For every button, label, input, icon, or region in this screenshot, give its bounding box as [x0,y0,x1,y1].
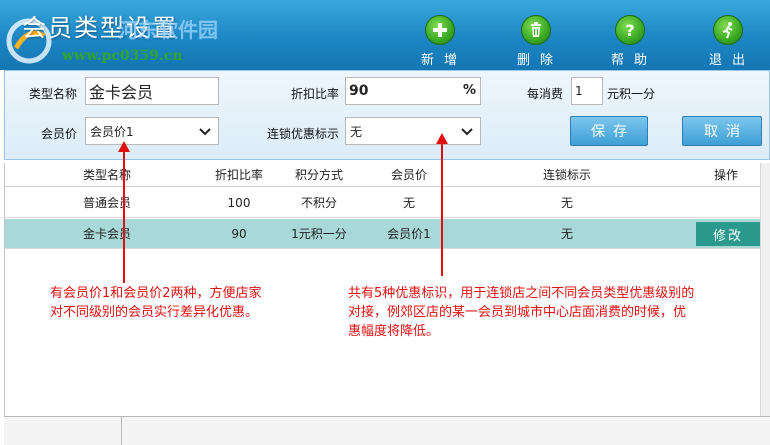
per-spend-label: 每消费 [527,87,564,101]
annotation-chain-discount: 共有5种优惠标识，用于连锁店之间不同会员类型优惠级别的 对接，例郊区店的某一会员… [348,286,695,339]
row-discount: 90 [231,226,247,241]
discount-label: 折扣比率 [291,87,340,101]
row-type-name: 普通会员 [82,196,131,210]
help-button[interactable]: ? 帮助 [600,15,660,70]
annotation-member-price: 有会员价1和会员价2两种，方便店家 对不同级别的会员实行差异化优惠。 [50,286,262,320]
chain-discount-select[interactable]: 无 [345,117,481,145]
plus-icon [433,23,447,37]
help-button-label: 帮助 [610,53,657,68]
chevron-down-icon [461,128,473,136]
row-chain: 无 [560,227,573,241]
chain-discount-label: 连锁优惠标示 [267,127,340,141]
row-points: 不积分 [300,196,337,210]
trash-icon [531,22,541,37]
row-points: 1元积一分 [291,227,347,241]
row-type-name: 金卡会员 [82,227,131,241]
svg-text:?: ? [625,21,634,40]
column-header: 类型名称 [82,168,131,182]
member-price-select[interactable]: 会员价1 [85,117,219,145]
discount-value: 90 [349,83,369,99]
type-name-label: 类型名称 [29,87,78,101]
add-button-label: 新增 [420,53,467,68]
annotation-arrow-right [436,133,448,276]
delete-button[interactable]: 删除 [506,15,566,70]
delete-button-label: 删除 [516,53,563,68]
per-spend-input[interactable]: 1 [571,77,603,105]
question-icon: ? [625,21,634,40]
discount-input[interactable]: 90 % [345,77,481,105]
exit-button[interactable]: 退出 [698,15,758,70]
cancel-button[interactable]: 取消 [682,116,762,146]
title-bar: 会员类型设置 河东软件园 www.pc0359.cn 新增 删除 ? 帮助 退出 [0,0,770,70]
column-header: 折扣比率 [214,168,263,182]
row-chain: 无 [560,196,573,210]
member-price-label: 会员价 [41,127,78,141]
type-name-input[interactable]: 金卡会员 [85,77,219,105]
column-header: 操作 [713,168,738,182]
column-header: 积分方式 [294,168,343,182]
add-button[interactable]: 新增 [410,15,470,70]
chevron-down-icon [199,128,211,136]
watermark-site-name: 河东软件园 [118,18,218,42]
per-spend-unit: 元积一分 [607,87,656,101]
save-button[interactable]: 保存 [570,116,648,146]
exit-button-label: 退出 [708,53,755,68]
row-discount: 100 [227,195,251,210]
column-header: 连锁标示 [542,168,591,182]
per-spend-value: 1 [575,84,583,98]
member-price-value: 会员价1 [90,124,134,139]
chain-discount-value: 无 [350,124,363,139]
percent-unit: % [462,83,476,98]
status-bar [4,416,770,445]
watermark-url: www.pc0359.cn [62,48,183,64]
edit-button[interactable]: 修改 [696,222,760,246]
annotation-arrow-left [118,141,130,283]
type-name-value: 金卡会员 [89,83,154,102]
exit-runner-icon [722,22,733,39]
